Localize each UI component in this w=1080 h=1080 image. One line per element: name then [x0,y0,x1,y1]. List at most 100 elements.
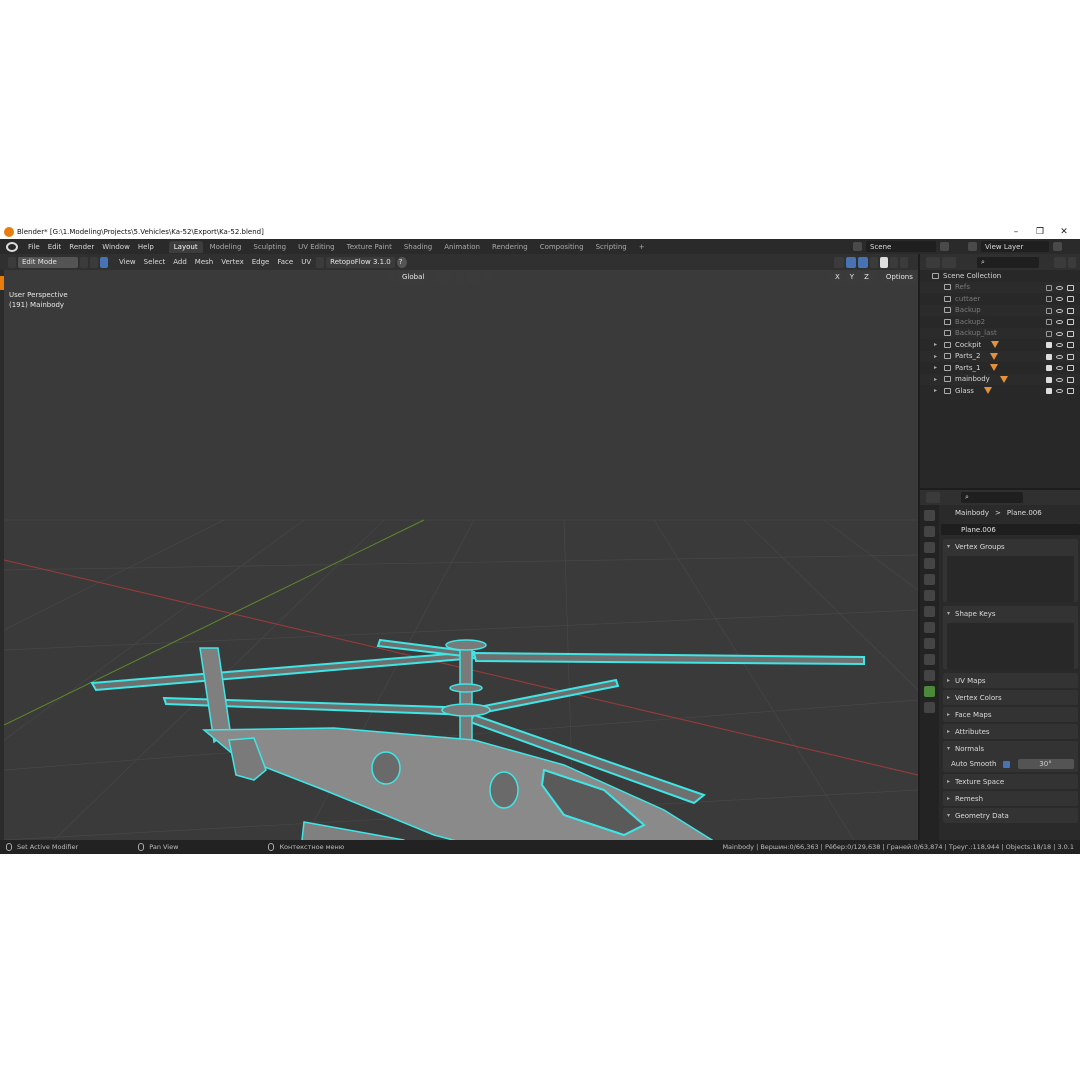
camera-icon[interactable] [1067,284,1074,291]
tab-animation[interactable]: Animation [439,241,485,253]
eye-icon[interactable] [1056,343,1063,347]
expand-arrow-icon[interactable]: ▸ [934,387,944,394]
minimize-icon[interactable]: – [1004,225,1028,239]
list-item[interactable]: cuttaer [920,293,1080,305]
snap-target-icon[interactable] [466,271,481,283]
gizmo-icon[interactable] [834,256,844,268]
tab-scene[interactable] [924,574,935,585]
shape-keys-header[interactable]: ▾ Shape Keys [943,606,1078,621]
scene-selector[interactable]: Scene [866,241,936,252]
tab-tool[interactable] [924,510,935,521]
face-select-icon[interactable] [100,256,108,268]
shading-render-icon[interactable] [900,256,908,268]
camera-icon[interactable] [1067,388,1074,394]
auto-smooth-angle-field[interactable]: 30° [1017,759,1074,769]
camera-icon[interactable] [1067,365,1074,371]
menu-help[interactable]: Help [134,243,158,251]
menu-select[interactable]: Select [140,258,170,266]
orientation-icon[interactable] [388,271,396,283]
remesh-header[interactable]: ▸ Remesh [943,791,1078,806]
eye-icon[interactable] [1056,308,1063,313]
camera-icon[interactable] [1067,319,1074,325]
3d-viewport[interactable]: User Perspective (191) Mainbody Global X… [4,270,918,840]
camera-icon[interactable] [1067,307,1074,314]
list-item[interactable]: Backup_last [920,327,1080,339]
eye-icon[interactable] [1056,377,1063,382]
exclude-checkbox[interactable] [1046,296,1052,302]
shading-material-icon[interactable] [890,256,898,268]
shading-wire-icon[interactable] [870,256,878,268]
new-collection-icon[interactable] [1068,256,1076,268]
tab-compositing[interactable]: Compositing [535,241,589,253]
exclude-checkbox[interactable] [1046,307,1052,314]
tab-mesh-data[interactable] [924,686,935,697]
vertex-select-icon[interactable] [80,256,88,268]
scene-icon[interactable] [853,242,862,251]
tab-view-layer[interactable] [924,558,935,569]
shading-solid-icon[interactable] [880,256,888,268]
menu-window[interactable]: Window [98,243,134,251]
eye-icon[interactable] [1056,297,1063,301]
maximize-icon[interactable]: ❐ [1028,225,1052,239]
menu-file[interactable]: File [24,243,44,251]
tab-material[interactable] [924,702,935,713]
pivot-icon[interactable] [435,271,450,283]
retopoflow-menu[interactable]: RetopoFlow 3.1.0 [326,256,395,268]
menu-edge[interactable]: Edge [248,258,274,266]
add-workspace-button[interactable]: + [634,241,650,253]
eye-icon[interactable] [1056,285,1063,290]
options-button[interactable]: Options [881,271,917,283]
vertex-groups-list[interactable]: + [947,556,1080,602]
edge-select-icon[interactable] [90,256,98,268]
expand-arrow-icon[interactable]: ▸ [934,376,944,383]
menu-render[interactable]: Render [65,243,98,251]
close-icon[interactable]: ✕ [1052,225,1076,239]
camera-icon[interactable] [1067,296,1074,302]
tab-particles[interactable] [924,638,935,649]
list-item[interactable]: ▸ Parts_2 [920,350,1080,362]
filter-icon[interactable] [1054,256,1066,268]
retopoflow-icon[interactable] [316,256,325,268]
tab-world[interactable] [924,590,935,601]
xray-icon[interactable] [858,256,868,268]
outliner-search-input[interactable]: ⌕ [977,256,1039,268]
tab-layout[interactable]: Layout [168,240,203,253]
tab-texture-paint[interactable]: Texture Paint [342,241,397,253]
geometry-data-header[interactable]: ▾ Geometry Data [943,808,1078,823]
list-item[interactable]: ▸ Parts_1 [920,362,1080,374]
vertex-colors-header[interactable]: ▸ Vertex Colors [943,690,1078,705]
exclude-checkbox[interactable] [1046,376,1052,383]
auto-smooth-checkbox[interactable] [1002,760,1010,768]
list-item[interactable]: ▸ mainbody [920,373,1080,385]
menu-uv[interactable]: UV [297,258,315,266]
tab-sculpting[interactable]: Sculpting [248,241,291,253]
camera-icon[interactable] [1067,376,1074,383]
vertex-groups-header[interactable]: ▾ Vertex Groups [943,539,1078,554]
menu-face[interactable]: Face [273,258,297,266]
orientation-selector[interactable]: Global [398,271,429,283]
eye-icon[interactable] [1056,389,1063,393]
list-item[interactable]: Refs [920,281,1080,293]
outliner-type-icon[interactable] [926,256,940,268]
exclude-checkbox[interactable] [1046,284,1052,291]
camera-icon[interactable] [1067,353,1074,360]
proportional-edit-icon[interactable] [485,271,494,283]
list-item[interactable]: Backup2 [920,316,1080,328]
mirror-y-button[interactable]: Y [845,271,859,283]
exclude-checkbox[interactable] [1046,365,1052,371]
eye-icon[interactable] [1056,331,1063,336]
face-maps-header[interactable]: ▸ Face Maps [943,707,1078,722]
tab-scripting[interactable]: Scripting [591,241,632,253]
exclude-checkbox[interactable] [1046,319,1052,325]
eye-icon[interactable] [1056,320,1063,324]
tab-shading[interactable]: Shading [399,241,437,253]
mode-selector[interactable]: Edit Mode [18,256,78,268]
tab-uv-editing[interactable]: UV Editing [293,241,340,253]
menu-add[interactable]: Add [169,258,191,266]
eye-icon[interactable] [1056,354,1063,359]
scene-collection-row[interactable]: Scene Collection [920,270,1080,282]
exclude-checkbox[interactable] [1046,353,1052,360]
overlay-icon[interactable] [846,256,856,268]
expand-arrow-icon[interactable]: ▸ [934,341,944,348]
tab-modifiers[interactable] [924,622,935,633]
